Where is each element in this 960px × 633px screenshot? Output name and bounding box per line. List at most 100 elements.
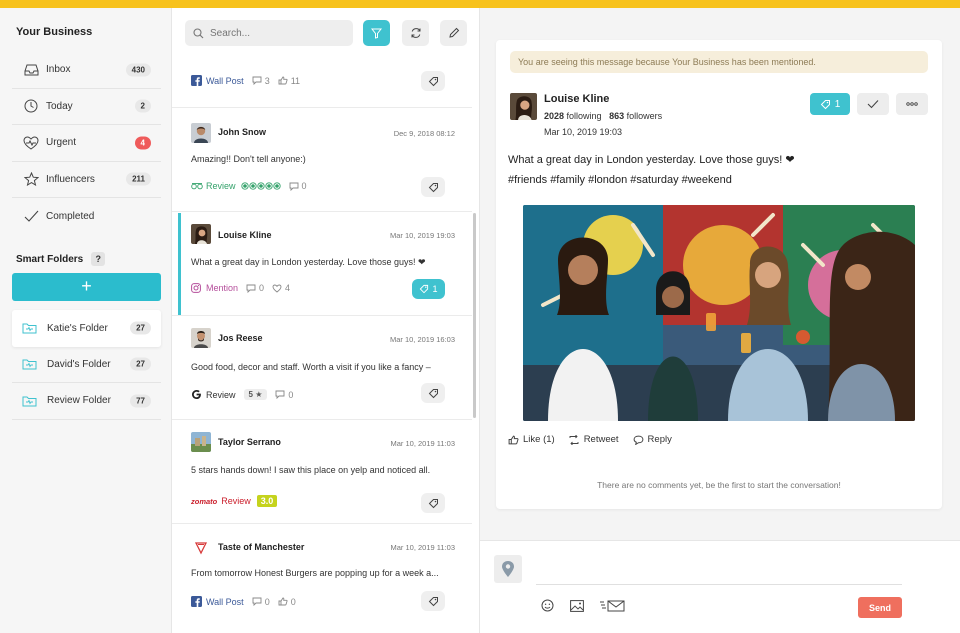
tag-icon (420, 284, 429, 294)
folder-item-review[interactable]: Review Folder 77 (12, 383, 161, 420)
comment-count-value: 0 (288, 389, 294, 400)
tag-button[interactable]: 1 (810, 93, 850, 115)
star-icon (22, 170, 40, 188)
post-date: Mar 10, 2019 16:03 (389, 335, 455, 344)
tag-button[interactable]: 1 (412, 279, 445, 299)
message-list-panel: Wall Post 3 11 John Snow Dec 9, 2018 08:… (172, 8, 480, 633)
source-label: Wall Post (206, 75, 244, 86)
list-item[interactable]: Taylor Serrano Mar 10, 2019 11:03 5 star… (172, 421, 472, 524)
refresh-button[interactable] (402, 20, 429, 46)
smart-folders-label: Smart Folders (16, 253, 84, 265)
list-item[interactable]: Jos Reese Mar 10, 2019 16:03 Good food, … (172, 317, 472, 420)
like-button[interactable]: Like (1) (508, 434, 555, 445)
source-label: Review (221, 496, 251, 506)
count-badge: 4 (134, 136, 151, 150)
heartbeat-icon (22, 134, 40, 152)
reply-input[interactable] (536, 555, 902, 585)
post-date: Dec 9, 2018 08:12 (393, 129, 455, 138)
compose-button[interactable] (440, 20, 467, 46)
composer-tools (541, 599, 625, 612)
tag-icon (428, 596, 438, 606)
list-item[interactable]: Taste of Manchester Mar 10, 2019 11:03 F… (172, 525, 472, 633)
post-meta: Wall Post 3 11 (191, 75, 300, 86)
tag-icon (428, 388, 438, 398)
post-photo[interactable] (523, 205, 915, 421)
nav-list: Inbox 430 Today 2 Urgent 4 Influencers 2… (12, 52, 161, 235)
comment-icon (246, 284, 256, 293)
search-icon (193, 27, 204, 38)
check-icon (22, 207, 40, 225)
comment-count: 0 (246, 283, 264, 293)
tag-button[interactable] (421, 591, 445, 611)
tag-count: 1 (834, 98, 841, 110)
comment-icon (252, 76, 262, 85)
post-body: 5 stars hands down! I saw this place on … (191, 465, 431, 475)
filter-button[interactable] (363, 20, 390, 46)
location-pin-icon (494, 555, 522, 583)
list-item[interactable]: Wall Post 3 11 (172, 62, 472, 108)
sidebar: Your Business Inbox 430 Today 2 Urgent 4 (0, 8, 172, 633)
author-name: Taylor Serrano (218, 437, 281, 447)
author-stats: 2028 following 863 followers (544, 111, 662, 121)
search-box (185, 20, 353, 46)
sidebar-item-completed[interactable]: Completed (12, 198, 161, 235)
sidebar-item-urgent[interactable]: Urgent 4 (12, 125, 161, 162)
folder-item-david[interactable]: David's Folder 27 (12, 347, 161, 383)
avatar (191, 123, 211, 143)
message-card: You are seeing this message because Your… (496, 40, 942, 509)
list-item[interactable]: John Snow Dec 9, 2018 08:12 Amazing!! Do… (172, 109, 472, 212)
list-item[interactable]: Louise Kline Mar 10, 2019 19:03 What a g… (172, 213, 472, 316)
star-rating-badge: 5 ★ (243, 389, 268, 400)
comment-icon (275, 390, 285, 399)
top-accent-bar (0, 0, 960, 8)
thumb-up-icon (278, 76, 288, 85)
like-count-value: 11 (290, 75, 301, 86)
author-name: Louise Kline (218, 230, 272, 240)
retweet-button[interactable]: Retweet (569, 434, 619, 445)
reply-button[interactable]: Reply (633, 434, 672, 445)
search-input[interactable] (210, 27, 340, 39)
count-badge: 27 (130, 321, 151, 335)
count-badge: 430 (125, 63, 151, 77)
sidebar-item-inbox[interactable]: Inbox 430 (12, 52, 161, 89)
tag-button[interactable] (421, 383, 445, 403)
like-count: 0 (278, 597, 296, 607)
tag-button[interactable] (421, 177, 445, 197)
inbox-icon (22, 61, 40, 79)
tag-button[interactable] (421, 493, 445, 513)
image-icon[interactable] (570, 599, 584, 612)
list-scrollbar[interactable] (473, 213, 476, 418)
source-label: Review (206, 181, 236, 191)
folder-label: Katie's Folder (47, 322, 108, 334)
send-button[interactable]: Send (858, 597, 902, 618)
like-label: Like (1) (523, 434, 555, 445)
comment-count-value: 0 (301, 181, 307, 191)
thumb-up-icon (508, 435, 519, 444)
comment-count-value: 0 (264, 596, 270, 607)
retweet-icon (569, 434, 579, 445)
tag-button[interactable] (421, 71, 445, 91)
folder-item-katie[interactable]: Katie's Folder 27 (12, 310, 161, 347)
comment-count: 0 (289, 181, 307, 191)
sidebar-item-label: Influencers (46, 173, 95, 185)
count-badge: 2 (134, 99, 151, 113)
business-title: Your Business (16, 26, 93, 38)
folder-icon (22, 396, 37, 407)
post-meta: Review 0 (191, 181, 307, 191)
sidebar-item-influencers[interactable]: Influencers 211 (12, 162, 161, 198)
complete-button[interactable] (857, 93, 889, 115)
pencil-icon (448, 27, 459, 38)
heart-count-value: 4 (285, 283, 291, 293)
sidebar-item-today[interactable]: Today 2 (12, 89, 161, 125)
more-button[interactable] (896, 93, 928, 115)
avatar (191, 224, 211, 244)
help-icon[interactable]: ? (91, 252, 106, 266)
emoji-icon[interactable] (541, 599, 554, 612)
post-body: What a great day in London yesterday. Lo… (191, 257, 426, 267)
check-icon (867, 100, 879, 109)
post-meta: Review 5 ★ 0 (191, 389, 293, 400)
post-meta: Wall Post 0 0 (191, 596, 296, 607)
folder-list: Katie's Folder 27 David's Folder 27 Revi… (12, 310, 161, 420)
add-folder-button[interactable]: + (12, 273, 161, 301)
email-icon[interactable] (600, 600, 625, 612)
